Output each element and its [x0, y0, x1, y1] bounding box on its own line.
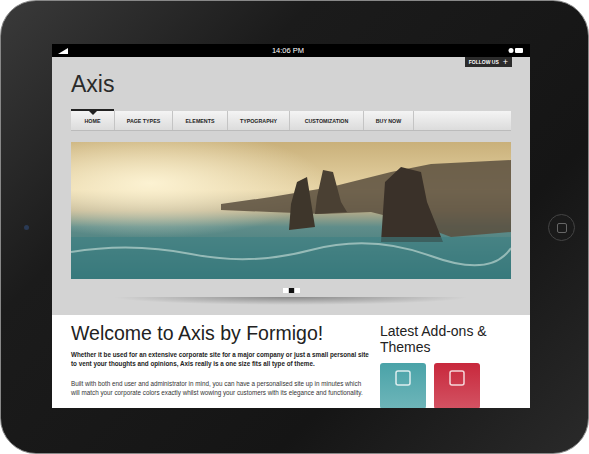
follow-label: FOLLOW US	[469, 59, 499, 65]
nav-item[interactable]: PAGE TYPES	[115, 111, 173, 130]
screen: 14:06 PM FOLLOW US + Axis HOME PAGE TYPES ELEM…	[52, 44, 530, 408]
nav-label: CUSTOMIZATION	[305, 118, 349, 124]
slider-photo	[71, 142, 511, 279]
slider-dot[interactable]	[295, 288, 300, 293]
main-column: Welcome to Axis by Formigo! Whether it be…	[71, 323, 370, 408]
intro-text: Whether it be used for an extensive corp…	[71, 350, 370, 368]
nav-item[interactable]: HOME	[71, 111, 115, 130]
nav-label: BUY NOW	[376, 118, 402, 124]
addon-thumbnail[interactable]	[434, 363, 480, 408]
tablet-frame: 14:06 PM FOLLOW US + Axis HOME PAGE TYPES ELEM…	[0, 0, 589, 454]
nav-label: TYPOGRAPHY	[240, 118, 277, 124]
slider-dot[interactable]	[283, 288, 288, 293]
nav-item[interactable]: BUY NOW	[364, 111, 414, 130]
website: FOLLOW US + Axis HOME PAGE TYPES ELEMENTS TYPO…	[52, 57, 530, 408]
nav-bar: HOME PAGE TYPES ELEMENTS TYPOGRAPHY CUSTOMIZ…	[71, 111, 511, 131]
content-area: Welcome to Axis by Formigo! Whether it be…	[52, 315, 530, 408]
slider-dot[interactable]	[289, 288, 294, 293]
status-bar: 14:06 PM	[52, 44, 530, 57]
nav-label: HOME	[85, 118, 101, 124]
sidebar-title: Latest Add-ons & Themes	[380, 323, 511, 355]
slider-image	[71, 142, 511, 279]
addon-icon	[448, 369, 466, 387]
nav-label: ELEMENTS	[186, 118, 215, 124]
status-time: 14:06 PM	[272, 46, 304, 55]
sidebar: Latest Add-ons & Themes	[380, 323, 511, 408]
addon-thumbnail[interactable]	[380, 363, 426, 408]
home-button[interactable]	[548, 214, 575, 241]
camera-icon	[24, 225, 29, 230]
follow-us-button[interactable]: FOLLOW US +	[465, 57, 512, 67]
nav-item[interactable]: TYPOGRAPHY	[228, 111, 290, 130]
slider-shadow	[112, 297, 470, 305]
addon-icon	[394, 369, 412, 387]
nav-item[interactable]: CUSTOMIZATION	[290, 111, 364, 130]
welcome-heading: Welcome to Axis by Formigo!	[71, 323, 370, 344]
site-header: Axis	[52, 57, 530, 111]
body-text: Built with both end user and administrat…	[71, 379, 370, 397]
slider-dots	[52, 288, 530, 293]
nav-label: PAGE TYPES	[127, 118, 160, 124]
plus-icon: +	[503, 58, 508, 66]
site-logo[interactable]: Axis	[71, 71, 114, 98]
battery-icon	[508, 47, 524, 54]
signal-icon	[58, 48, 68, 54]
addon-list	[380, 363, 511, 408]
nav-item[interactable]: ELEMENTS	[173, 111, 228, 130]
